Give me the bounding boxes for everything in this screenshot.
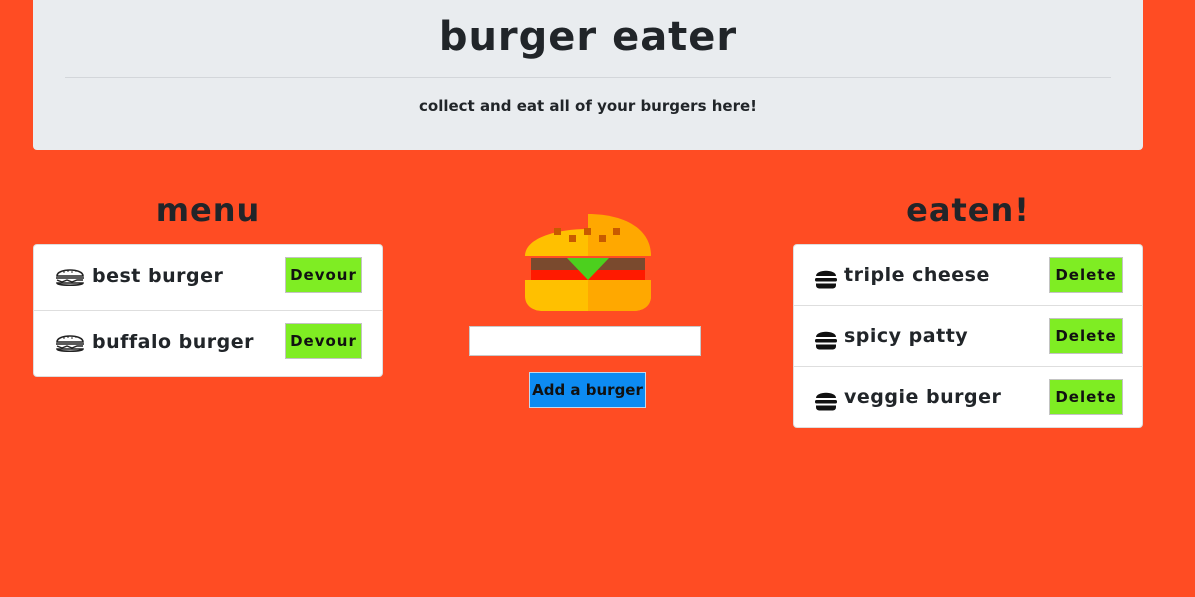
burger-name: buffalo burger xyxy=(92,331,255,353)
eaten-burger-icon xyxy=(815,270,837,289)
burger-name: spicy patty xyxy=(844,325,969,347)
hamburger-icon xyxy=(525,214,651,311)
page-tagline: collect and eat all of your burgers here… xyxy=(419,97,757,115)
eaten-list: triple cheese Delete spicy patty Delete … xyxy=(793,244,1143,428)
burger-name: best burger xyxy=(92,265,224,287)
eaten-burger-icon xyxy=(815,392,837,411)
burger-name: veggie burger xyxy=(844,386,1002,408)
menu-list: best burger Devour buffalo burger Devour xyxy=(33,244,383,377)
add-burger-button[interactable]: Add a burger xyxy=(529,372,646,408)
devour-button[interactable]: Devour xyxy=(285,323,362,359)
burger-outline-icon xyxy=(56,269,84,287)
delete-button[interactable]: Delete xyxy=(1049,257,1123,293)
eaten-heading: eaten! xyxy=(906,191,1030,229)
list-item: spicy patty Delete xyxy=(794,306,1142,367)
list-item: buffalo burger Devour xyxy=(34,311,382,376)
list-item: triple cheese Delete xyxy=(794,245,1142,306)
devour-button[interactable]: Devour xyxy=(285,257,362,293)
list-item: veggie burger Delete xyxy=(794,367,1142,427)
menu-heading: menu xyxy=(155,191,261,229)
list-item: best burger Devour xyxy=(34,245,382,311)
eaten-burger-icon xyxy=(815,331,837,350)
burger-name-input[interactable] xyxy=(469,326,701,356)
header-jumbotron: burger eater collect and eat all of your… xyxy=(33,0,1143,150)
page-title: burger eater xyxy=(438,14,738,60)
delete-button[interactable]: Delete xyxy=(1049,379,1123,415)
delete-button[interactable]: Delete xyxy=(1049,318,1123,354)
burger-name: triple cheese xyxy=(844,264,990,286)
burger-outline-icon xyxy=(56,335,84,353)
header-divider xyxy=(65,77,1111,78)
